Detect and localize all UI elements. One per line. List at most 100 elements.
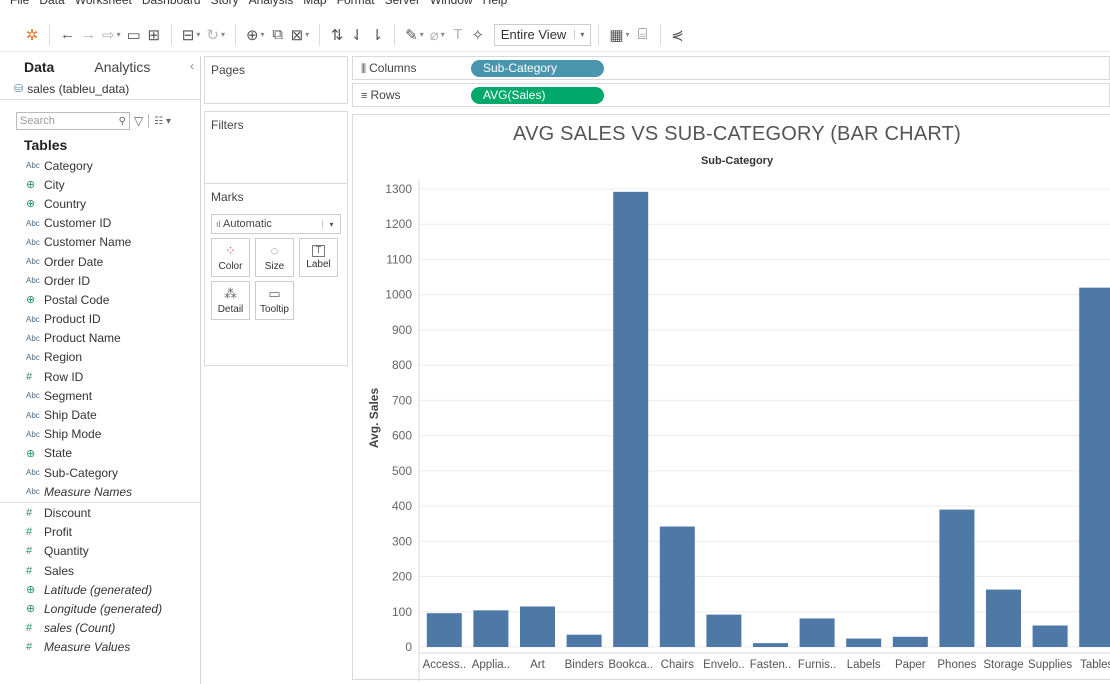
pause-updates-icon[interactable]: ⊟ ▾: [179, 23, 204, 47]
dimension-field[interactable]: Abc Product ID: [0, 310, 200, 329]
dimension-field[interactable]: ⊕ City: [0, 175, 200, 194]
view-canvas[interactable]: AVG SALES VS SUB-CATEGORY (BAR CHART) Su…: [352, 114, 1110, 681]
clear-sheet-icon[interactable]: ⊠ ▾: [288, 23, 313, 47]
field-label: Order Date: [44, 254, 104, 269]
measure-field[interactable]: # Sales: [0, 561, 200, 580]
fit-select[interactable]: Entire View ▾: [493, 23, 592, 46]
measure-field[interactable]: # Profit: [0, 523, 200, 542]
dimension-field[interactable]: Abc Category: [0, 156, 200, 175]
show-cards-icon[interactable]: ▦ ▾: [606, 23, 632, 47]
collapse-pane-icon[interactable]: ‹: [190, 59, 194, 73]
datasource-item[interactable]: ⛁ sales (tableu_data): [0, 78, 200, 100]
menu-worksheet[interactable]: Worksheet: [75, 0, 132, 7]
dimension-field[interactable]: Abc Region: [0, 348, 200, 367]
duplicate-sheet-icon[interactable]: ⧉: [268, 23, 288, 47]
dimension-field[interactable]: ⊕ Postal Code: [0, 290, 200, 309]
pages-title: Pages: [211, 63, 246, 77]
sort-ascending-icon[interactable]: ⇃: [347, 23, 367, 47]
bar: [520, 606, 555, 647]
y-tick-label: 700: [392, 393, 412, 407]
revert-icon[interactable]: ⇨ ▾: [99, 23, 124, 47]
menu-story[interactable]: Story: [211, 0, 239, 7]
tab-analytics[interactable]: Analytics: [94, 59, 150, 75]
measure-field[interactable]: ⊕ Longitude (generated): [0, 599, 200, 618]
dimension-field[interactable]: ⊕ State: [0, 444, 200, 463]
swap-icon[interactable]: ⇅: [327, 23, 347, 47]
label-button[interactable]: T Label: [299, 238, 338, 277]
undo-icon[interactable]: ←: [57, 23, 78, 47]
detail-icon: ⁂: [224, 286, 237, 301]
avg-sales-pill[interactable]: AVG(Sales): [471, 86, 604, 104]
sub-category-pill[interactable]: Sub-Category: [471, 59, 604, 77]
tooltip-button[interactable]: ▭ Tooltip: [255, 281, 294, 320]
dimension-field[interactable]: # Row ID: [0, 367, 200, 386]
color-button[interactable]: ⁘ Color: [211, 238, 250, 277]
dimension-field[interactable]: Abc Sub-Category: [0, 463, 200, 482]
menu-data[interactable]: Data: [39, 0, 64, 7]
measure-field[interactable]: # Discount: [0, 503, 200, 522]
dimension-field[interactable]: ⊕ Country: [0, 194, 200, 213]
menu-map[interactable]: Map: [303, 0, 326, 7]
save-icon[interactable]: ▭: [124, 23, 144, 47]
menu-file[interactable]: File: [10, 0, 29, 7]
search-input[interactable]: Search ⚲: [16, 112, 130, 130]
rows-shelf[interactable]: ≡ Rows AVG(Sales): [352, 83, 1110, 107]
bar: [473, 610, 509, 647]
menu-bar: File Data Worksheet Dashboard Story Analysis M…: [0, 0, 1110, 14]
dimension-field[interactable]: Abc Customer ID: [0, 214, 200, 233]
measure-field[interactable]: # Quantity: [0, 542, 200, 561]
filter-icon[interactable]: ▽: [134, 114, 143, 128]
dimension-field[interactable]: Abc Customer Name: [0, 233, 200, 252]
group-icon[interactable]: ⌀ ▾: [427, 23, 448, 47]
number-type-icon: #: [26, 564, 33, 577]
new-datasource-icon[interactable]: ⊞: [144, 23, 164, 47]
x-tick-label: Paper: [895, 659, 926, 671]
dimension-field[interactable]: Abc Product Name: [0, 329, 200, 348]
refresh-icon[interactable]: ↻ ▾: [203, 23, 228, 47]
menu-format[interactable]: Format: [337, 0, 375, 7]
tab-data[interactable]: Data: [0, 59, 54, 75]
y-tick-label: 0: [405, 640, 412, 654]
menu-help[interactable]: Help: [483, 0, 508, 7]
marks-title: Marks: [211, 190, 244, 204]
highlight-icon[interactable]: ✎ ▾: [402, 23, 427, 47]
size-button[interactable]: ◌ Size: [255, 238, 294, 277]
dimension-field[interactable]: Abc Order ID: [0, 271, 200, 290]
dimension-field[interactable]: Abc Ship Mode: [0, 425, 200, 444]
view-options-icon[interactable]: ☷ ▾: [154, 116, 171, 127]
menu-window[interactable]: Window: [430, 0, 473, 7]
sort-descending-icon[interactable]: ⇂: [367, 23, 387, 47]
show-labels-icon[interactable]: T: [448, 23, 468, 47]
bar: [659, 526, 695, 647]
measure-field[interactable]: # Measure Values: [0, 638, 200, 657]
presentation-mode-icon[interactable]: ⌸: [633, 23, 653, 47]
bar: [753, 643, 788, 647]
y-tick-label: 500: [392, 464, 412, 478]
new-worksheet-icon[interactable]: ⊕ ▾: [243, 23, 268, 47]
dimension-field[interactable]: Abc Measure Names: [0, 482, 200, 501]
detail-button[interactable]: ⁂ Detail: [211, 281, 250, 320]
bar: [706, 614, 742, 647]
string-type-icon: Abc: [26, 237, 40, 247]
dimension-field[interactable]: Abc Segment: [0, 386, 200, 405]
tableau-logo-icon[interactable]: ✲: [22, 23, 42, 47]
menu-analysis[interactable]: Analysis: [249, 0, 294, 7]
y-tick-label: 1200: [385, 217, 412, 231]
field-label: Longitude (generated): [44, 601, 163, 616]
columns-shelf[interactable]: ⫼ Columns Sub-Category: [352, 56, 1110, 80]
pages-card[interactable]: Pages: [204, 56, 348, 104]
share-icon[interactable]: ⋞: [668, 23, 688, 47]
y-tick-label: 300: [392, 534, 412, 548]
menu-server[interactable]: Server: [385, 0, 420, 7]
mark-type-select[interactable]: ıl Automatic ▾: [211, 214, 341, 234]
menu-dashboard[interactable]: Dashboard: [142, 0, 201, 7]
dimension-field[interactable]: Abc Order Date: [0, 252, 200, 271]
x-tick-label: Bookca..: [608, 659, 653, 671]
fix-axes-icon[interactable]: ✧: [468, 23, 488, 47]
dimension-field[interactable]: Abc Ship Date: [0, 405, 200, 424]
string-type-icon: Abc: [26, 161, 40, 171]
measure-field[interactable]: # sales (Count): [0, 619, 200, 638]
measure-field[interactable]: ⊕ Latitude (generated): [0, 580, 200, 599]
redo-icon[interactable]: →: [78, 23, 99, 47]
filters-title: Filters: [211, 118, 244, 132]
